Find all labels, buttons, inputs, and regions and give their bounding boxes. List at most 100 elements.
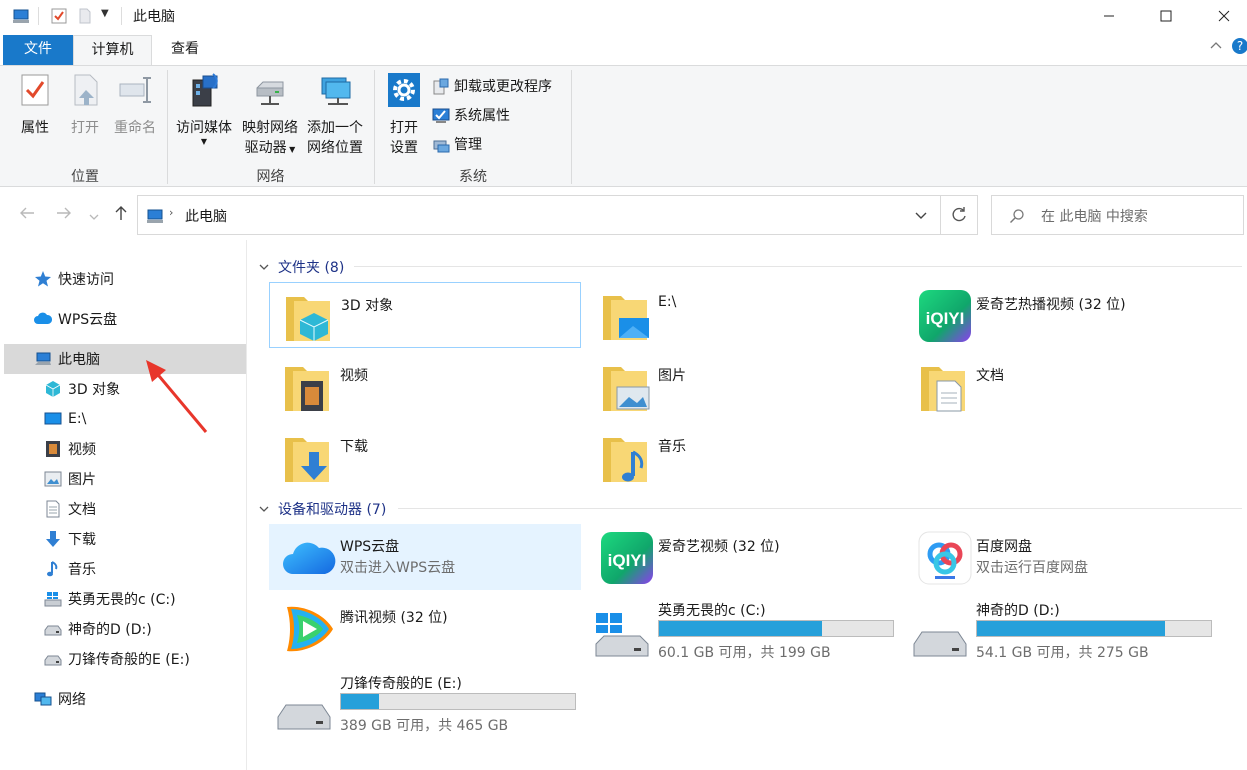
add-location-label-2: 网络位置 — [307, 140, 363, 156]
sidebar-item-network[interactable]: 网络 — [4, 684, 246, 714]
chevron-down-icon[interactable] — [914, 210, 928, 222]
folder-name: 音乐 — [658, 439, 686, 455]
drive-name: 英勇无畏的c (C:) — [658, 603, 766, 619]
forward-arrow-icon — [57, 207, 71, 219]
gear-icon — [388, 73, 420, 107]
sidebar-item-label: 此电脑 — [58, 352, 100, 368]
folder-3d-objects[interactable]: 3D 对象 — [269, 282, 581, 348]
new-folder-icon[interactable] — [76, 7, 94, 25]
folder-documents[interactable]: 文档 — [905, 353, 1217, 419]
chevron-down-icon — [89, 214, 99, 220]
add-network-location-button[interactable]: 添加一个 网络位置 — [302, 72, 368, 158]
sidebar-item-documents[interactable]: 文档 — [4, 494, 246, 524]
computer-icon — [147, 209, 163, 223]
sidebar-item-drive-d[interactable]: 神奇的D (D:) — [4, 614, 246, 644]
cloud-icon — [34, 312, 52, 324]
section-divider — [354, 266, 1242, 267]
drive-free-space: 54.1 GB 可用，共 275 GB — [976, 645, 1149, 661]
group-label-location: 位置 — [71, 169, 99, 185]
refresh-button[interactable] — [940, 195, 978, 235]
sidebar-item-label: E:\ — [68, 411, 87, 427]
properties-button[interactable]: 属性 — [14, 72, 56, 138]
device-description: 双击进入WPS云盘 — [340, 560, 456, 576]
device-iqiyi[interactable]: iQIYI 爱奇艺视频 (32 位) — [587, 524, 899, 590]
device-name: 爱奇艺视频 (32 位) — [658, 539, 780, 555]
sidebar-item-wps-cloud[interactable]: WPS云盘 — [4, 304, 246, 334]
device-baidu-netdisk[interactable]: 百度网盘 双击运行百度网盘 — [905, 524, 1217, 590]
folder-videos[interactable]: 视频 — [269, 353, 581, 419]
tab-computer[interactable]: 计算机 — [73, 35, 152, 67]
manage-button[interactable]: 管理 — [432, 134, 482, 156]
section-title: 文件夹 (8) — [278, 260, 345, 276]
device-wps-cloud[interactable]: WPS云盘 双击进入WPS云盘 — [269, 524, 581, 590]
breadcrumb[interactable]: 此电脑 — [185, 206, 227, 226]
content-pane: 文件夹 (8) 3D 对象 E:\ iQIYI 爱奇艺热播视频 (32 位) 视… — [248, 240, 1247, 770]
uninstall-icon — [433, 78, 449, 95]
address-bar[interactable]: › 此电脑 — [137, 195, 941, 235]
close-button[interactable] — [1201, 0, 1247, 32]
section-header-folders[interactable]: 文件夹 (8) — [258, 257, 344, 277]
tab-view[interactable]: 查看 — [155, 35, 215, 66]
uninstall-label: 卸载或更改程序 — [454, 79, 552, 95]
folder-downloads[interactable]: 下载 — [269, 424, 581, 490]
cube-icon — [45, 381, 61, 397]
rename-button[interactable]: 重命名 — [110, 72, 160, 138]
drive-name: 神奇的D (D:) — [976, 603, 1060, 619]
system-properties-label: 系统属性 — [454, 108, 510, 124]
folder-pictures[interactable]: 图片 — [587, 353, 899, 419]
back-button[interactable] — [18, 204, 36, 227]
system-properties-button[interactable]: 系统属性 — [432, 105, 510, 127]
sidebar-item-pictures[interactable]: 图片 — [4, 464, 246, 494]
recent-locations-button[interactable] — [88, 207, 100, 228]
picture-icon — [44, 471, 62, 487]
sidebar-item-label: 3D 对象 — [68, 382, 121, 398]
minimize-button[interactable] — [1086, 0, 1132, 32]
tencent-video-icon — [287, 606, 333, 652]
section-header-devices[interactable]: 设备和驱动器 (7) — [258, 499, 386, 519]
folder-iqiyi-hot[interactable]: iQIYI 爱奇艺热播视频 (32 位) — [905, 282, 1217, 348]
sidebar-item-drive-e[interactable]: 刀锋传奇般的E (E:) — [4, 644, 246, 674]
drive-c[interactable]: 英勇无畏的c (C:) 60.1 GB 可用，共 199 GB — [594, 600, 914, 680]
drive-d[interactable]: 神奇的D (D:) 54.1 GB 可用，共 275 GB — [912, 600, 1232, 680]
computer-icon — [35, 352, 51, 365]
folder-music[interactable]: 音乐 — [587, 424, 899, 490]
up-button[interactable] — [112, 204, 130, 227]
drive-e[interactable]: 刀锋传奇般的E (E:) 389 GB 可用，共 465 GB — [276, 673, 596, 753]
title-bar: ▼ 此电脑 — [0, 0, 1247, 32]
help-icon[interactable]: ? — [1232, 38, 1247, 54]
computer-icon[interactable] — [12, 7, 30, 25]
music-folder-icon — [603, 438, 647, 482]
device-tencent-video[interactable]: 腾讯视频 (32 位) — [269, 595, 581, 661]
sidebar-item-quick-access[interactable]: 快速访问 — [4, 264, 246, 294]
open-settings-button[interactable]: 打开 设置 — [382, 72, 426, 158]
map-network-drive-button[interactable]: 映射网络 驱动器 ▼ — [238, 72, 302, 160]
open-button[interactable]: 打开 — [64, 72, 106, 138]
device-name: WPS云盘 — [340, 539, 400, 555]
search-box[interactable]: 在 此电脑 中搜索 — [991, 195, 1244, 235]
drive-free-space: 60.1 GB 可用，共 199 GB — [658, 645, 831, 661]
access-media-button[interactable]: 访问媒体 ▼ — [172, 72, 236, 146]
tab-file[interactable]: 文件 — [3, 35, 73, 66]
navigation-pane: 快速访问 WPS云盘 此电脑 3D 对象 E:\ 视频 图片 文档 下载 音乐 — [0, 240, 247, 770]
folder-name: E:\ — [658, 294, 677, 310]
settings-label-1: 打开 — [390, 120, 418, 136]
sidebar-item-music[interactable]: 音乐 — [4, 554, 246, 584]
sidebar-item-videos[interactable]: 视频 — [4, 434, 246, 464]
search-input[interactable]: 在 此电脑 中搜索 — [1041, 206, 1148, 226]
map-drive-label-1: 映射网络 — [242, 120, 298, 136]
chevron-down-icon — [259, 506, 269, 512]
sidebar-item-downloads[interactable]: 下载 — [4, 524, 246, 554]
properties-label: 属性 — [21, 120, 49, 136]
forward-button[interactable] — [55, 204, 73, 227]
collapse-ribbon-icon[interactable] — [1209, 38, 1223, 56]
folder-desktop[interactable]: E:\ — [587, 282, 899, 348]
sidebar-item-drive-c[interactable]: 英勇无畏的c (C:) — [4, 584, 246, 614]
maximize-button[interactable] — [1143, 0, 1189, 32]
drive-icon — [44, 655, 62, 666]
properties-icon[interactable] — [50, 7, 68, 25]
download-icon — [46, 531, 60, 547]
back-arrow-icon — [20, 207, 34, 219]
customize-qat-icon[interactable]: ▼ — [101, 8, 109, 19]
uninstall-programs-button[interactable]: 卸载或更改程序 — [432, 76, 552, 98]
annotation-arrow-icon — [146, 360, 208, 433]
